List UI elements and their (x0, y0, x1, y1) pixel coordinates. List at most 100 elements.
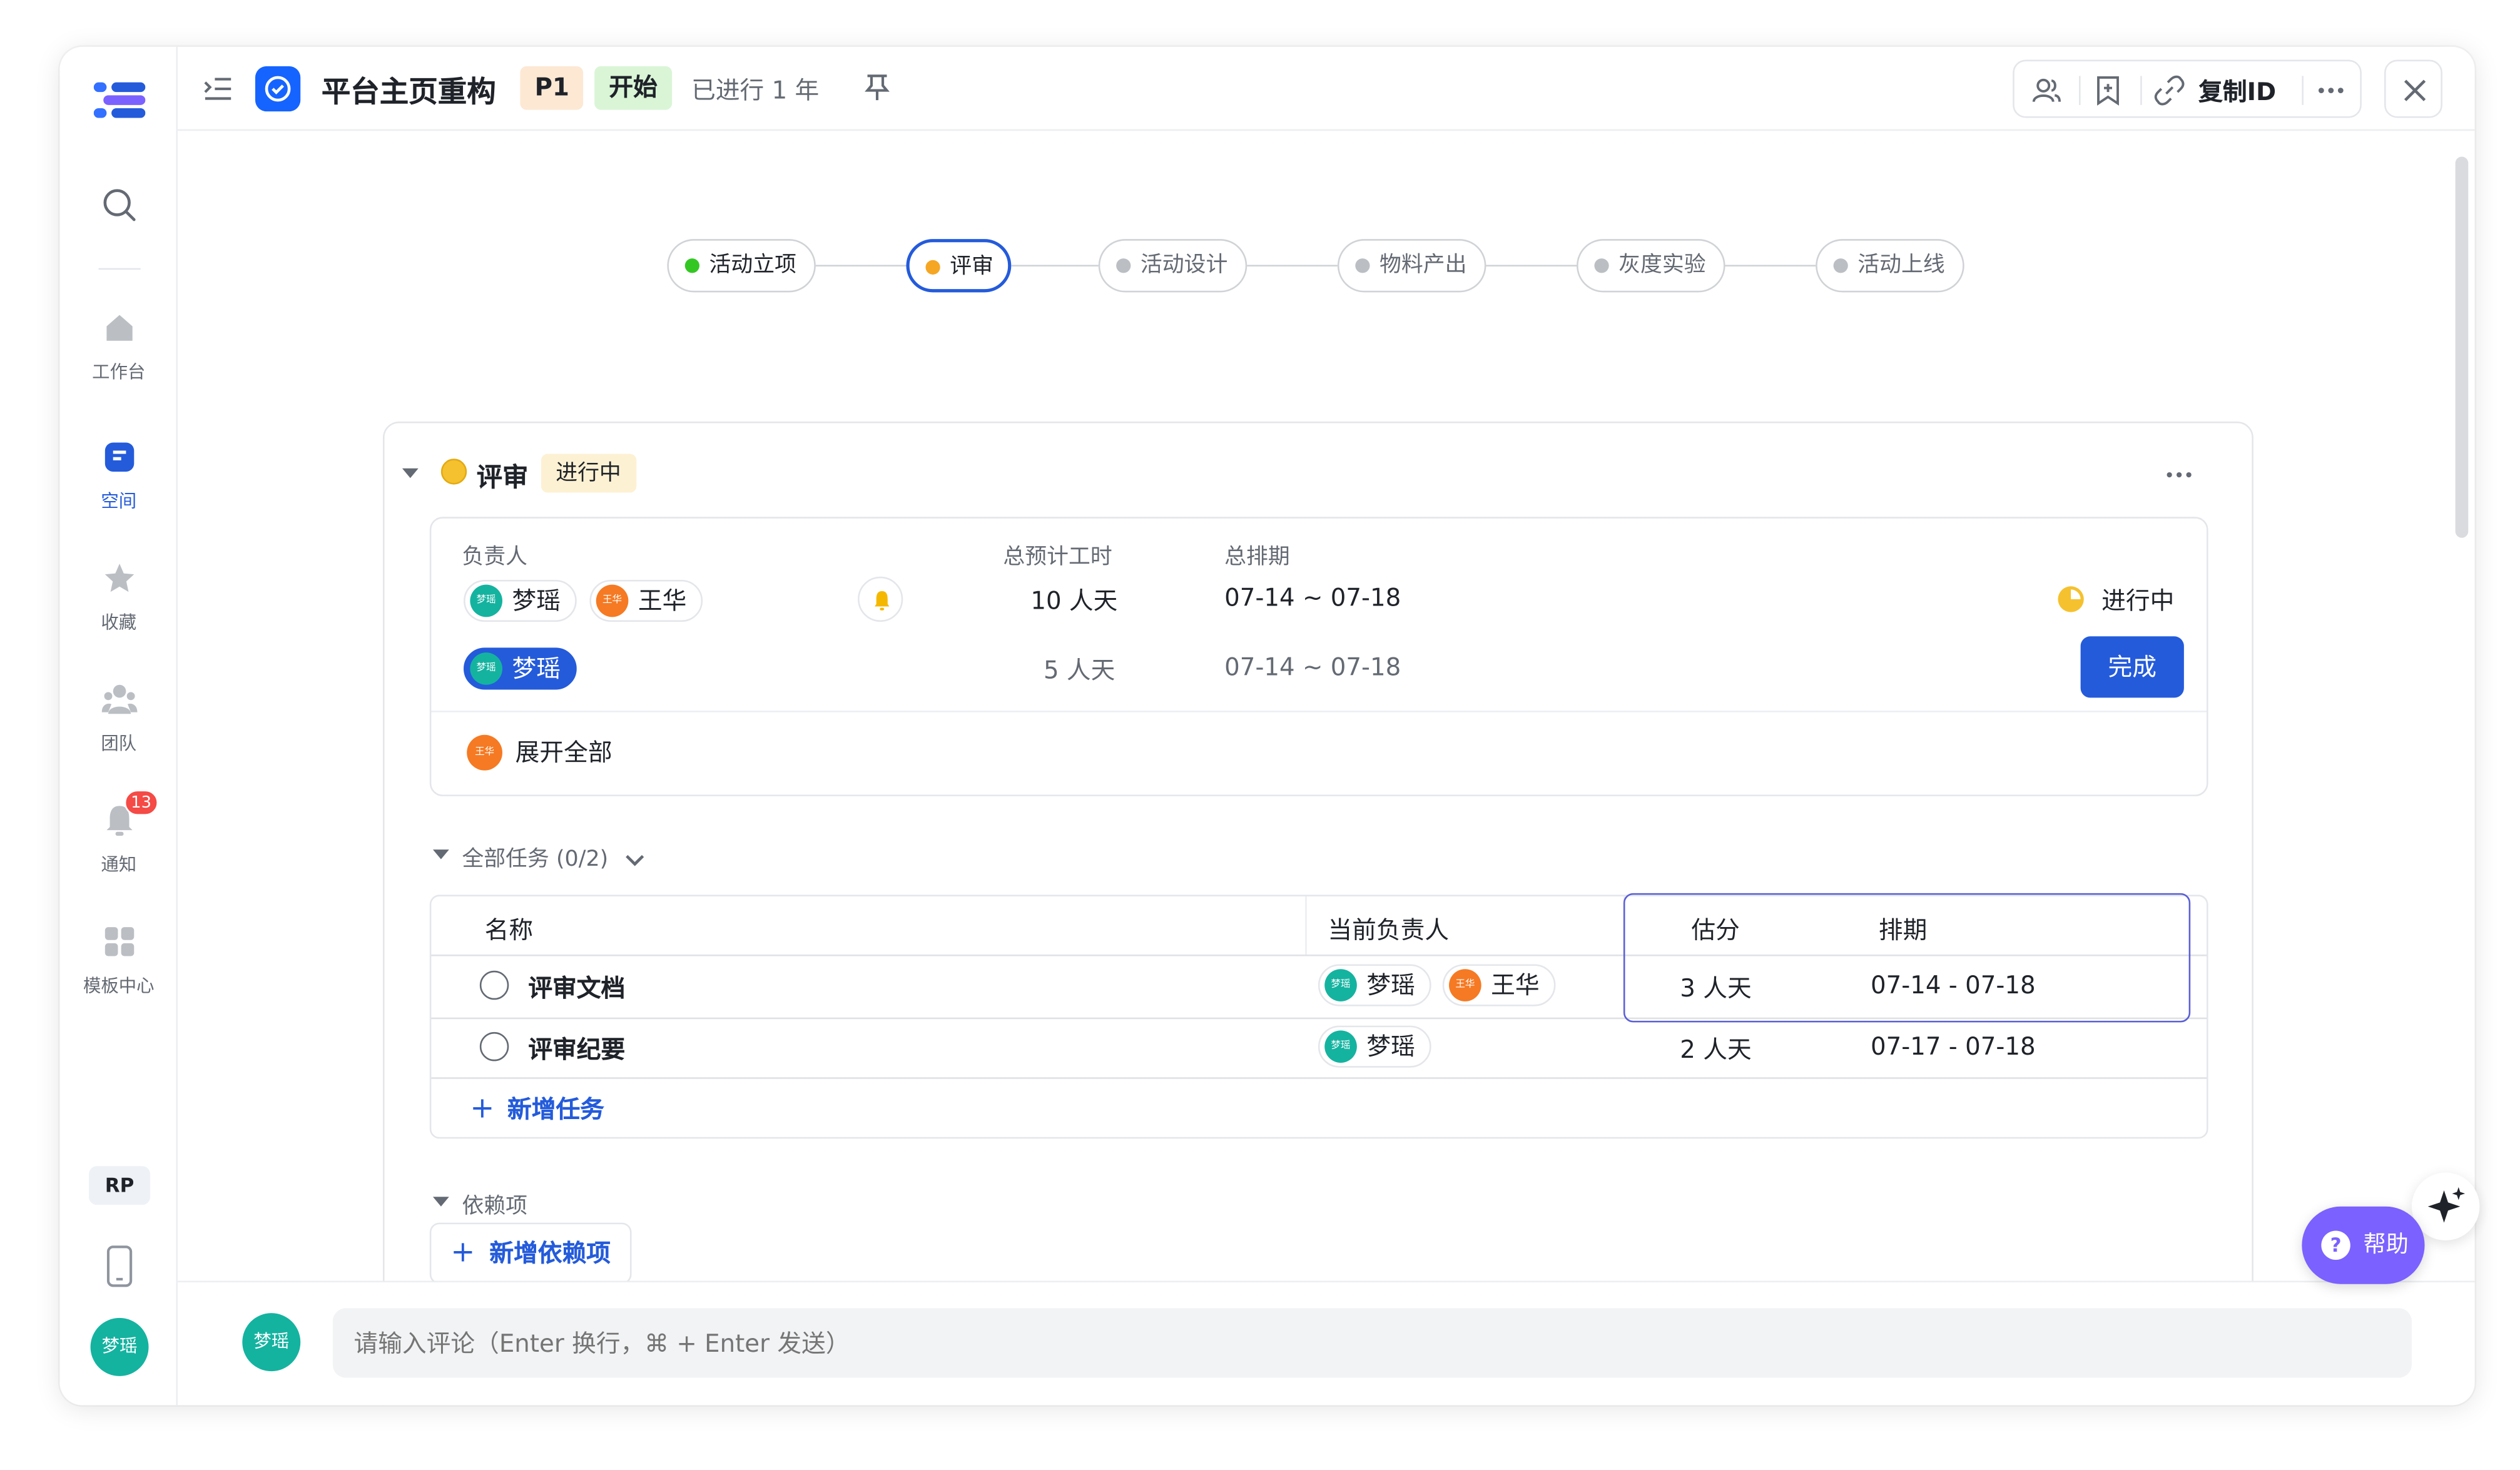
help-icon: ? (2321, 1230, 2350, 1260)
check-circle-icon (265, 76, 291, 102)
column-header-estimate: 估分 (1691, 915, 1740, 945)
progress-status[interactable]: 进行中 (2101, 583, 2174, 617)
stage-status-badge[interactable]: 进行中 (541, 454, 636, 493)
members-icon[interactable] (2031, 74, 2063, 107)
owner-chip[interactable]: 梦瑶 梦瑶 (1318, 964, 1431, 1006)
comment-bar: 梦瑶 (178, 1280, 2475, 1406)
dependencies-section-toggle[interactable]: 依赖项 (430, 1187, 527, 1219)
pin-icon[interactable] (863, 73, 892, 101)
step-node[interactable]: 物料产出 (1337, 239, 1486, 293)
collapse-triangle-icon (432, 1197, 449, 1207)
remind-button[interactable] (858, 576, 903, 622)
owner-chip[interactable]: 王华 王华 (589, 579, 703, 622)
step-label: 评审 (950, 253, 993, 280)
avatar: 王华 (1449, 969, 1481, 1001)
owner-chip[interactable]: 梦瑶 梦瑶 (464, 579, 577, 622)
toolbar-divider (2140, 76, 2142, 105)
step-node[interactable]: 灰度实验 (1577, 239, 1725, 293)
status-dot (684, 258, 700, 273)
my-schedule[interactable]: 07-14 ~ 07-18 (1224, 652, 1401, 681)
mobile-icon[interactable] (105, 1245, 134, 1287)
more-icon[interactable] (2315, 74, 2347, 107)
step-node[interactable]: 活动上线 (1816, 239, 1964, 293)
scrollbar[interactable] (2455, 156, 2469, 538)
rail-item-favorites[interactable]: 收藏 (60, 560, 178, 635)
complete-button[interactable]: 完成 (2080, 636, 2184, 698)
comment-input[interactable] (332, 1308, 2412, 1378)
search-icon[interactable] (102, 188, 138, 223)
step-node[interactable]: 活动设计 (1098, 239, 1247, 293)
rail-item-label: 模板中心 (83, 975, 155, 997)
tasks-section-toggle[interactable]: 全部任务 (0/2) (430, 840, 644, 873)
rail-item-notifications[interactable]: 13 通知 (60, 789, 178, 877)
space-icon (104, 442, 134, 472)
rail-item-team[interactable]: 团队 (60, 682, 178, 756)
team-icon (101, 684, 137, 714)
workspace-tag[interactable]: RP (89, 1166, 151, 1205)
toolbar-divider (2302, 76, 2304, 105)
step-node[interactable]: 评审 (906, 239, 1012, 293)
rail-item-label: 通知 (101, 854, 137, 876)
copy-id-button[interactable]: 复制ID (2198, 74, 2276, 108)
task-estimate[interactable]: 3 人天 (1680, 971, 1751, 1005)
app-logo-icon[interactable] (93, 79, 146, 121)
elapsed-time: 已进行 1 年 (691, 76, 820, 105)
expand-all-button[interactable]: 王华 展开全部 (467, 732, 612, 774)
my-estimate[interactable]: 5 人天 (1044, 652, 1115, 686)
tasks-title: 全部任务 (0/2) (462, 846, 609, 873)
bell-icon (875, 591, 890, 611)
rail-item-space[interactable]: 空间 (60, 439, 178, 514)
collapse-triangle-icon[interactable] (402, 465, 419, 482)
ai-assistant-button[interactable] (2411, 1172, 2480, 1240)
more-icon[interactable] (2163, 459, 2195, 491)
plus-icon: + (470, 1092, 495, 1126)
total-schedule[interactable]: 07-14 ~ 07-18 (1224, 583, 1401, 612)
task-schedule[interactable]: 07-14 - 07-18 (1871, 971, 2036, 1000)
step-label: 活动立项 (709, 251, 796, 278)
task-name[interactable]: 评审纪要 (528, 1032, 625, 1066)
step-node[interactable]: 活动立项 (667, 239, 816, 293)
close-button[interactable] (2384, 59, 2442, 118)
status-dot (1355, 258, 1370, 273)
rail-item-label: 空间 (101, 490, 137, 512)
status-tag[interactable]: 开始 (594, 66, 673, 110)
owner-chip[interactable]: 王华 王华 (1442, 964, 1556, 1006)
rail-item-workbench[interactable]: 工作台 (60, 310, 178, 385)
task-schedule[interactable]: 07-17 - 07-18 (1871, 1032, 2036, 1061)
add-task-label: 新增任务 (507, 1095, 604, 1125)
bookmark-add-icon[interactable] (2092, 74, 2125, 107)
task-estimate[interactable]: 2 人天 (1680, 1032, 1751, 1066)
avatar: 王华 (467, 734, 503, 771)
task-checkbox[interactable] (479, 970, 509, 1000)
add-task-button[interactable]: + 新增任务 (470, 1092, 604, 1125)
owner-name: 梦瑶 (512, 654, 561, 684)
chevron-down-icon[interactable] (625, 851, 644, 868)
task-name[interactable]: 评审文档 (528, 971, 625, 1005)
avatar: 梦瑶 (1324, 969, 1357, 1001)
avatar: 王华 (596, 584, 629, 617)
collapse-sidebar-icon[interactable] (203, 74, 232, 103)
project-type-icon (255, 66, 301, 112)
owner-header: 负责人 (462, 544, 528, 570)
task-checkbox[interactable] (479, 1032, 509, 1062)
step-connector (815, 265, 907, 267)
rail-item-label: 团队 (101, 733, 137, 754)
schedule-header: 总排期 (1224, 544, 1290, 570)
page-title: 平台主页重构 (321, 76, 496, 110)
rail-item-templates[interactable]: 模板中心 (60, 924, 178, 998)
priority-tag[interactable]: P1 (520, 66, 584, 110)
help-button[interactable]: ? 帮助 (2302, 1206, 2425, 1284)
row-divider (431, 1077, 2207, 1079)
link-icon[interactable] (2153, 74, 2186, 107)
rail-item-label: 收藏 (101, 612, 137, 634)
user-avatar[interactable]: 梦瑶 (90, 1317, 149, 1376)
avatar: 梦瑶 (1324, 1030, 1357, 1063)
owner-chip[interactable]: 梦瑶 梦瑶 (1318, 1025, 1431, 1068)
detail-header: 平台主页重构 P1 开始 已进行 1 年 复制ID (178, 47, 2475, 131)
step-label: 活动设计 (1140, 251, 1228, 278)
add-dependency-button[interactable]: + 新增依赖项 (429, 1222, 632, 1284)
stage-status-dot (440, 459, 467, 485)
left-rail: 工作台 空间 收藏 团队 13 通知 模板中心 RP 梦瑶 (59, 46, 178, 1406)
owner-chip-selected[interactable]: 梦瑶 梦瑶 (464, 647, 577, 690)
progress-icon (2058, 586, 2084, 612)
